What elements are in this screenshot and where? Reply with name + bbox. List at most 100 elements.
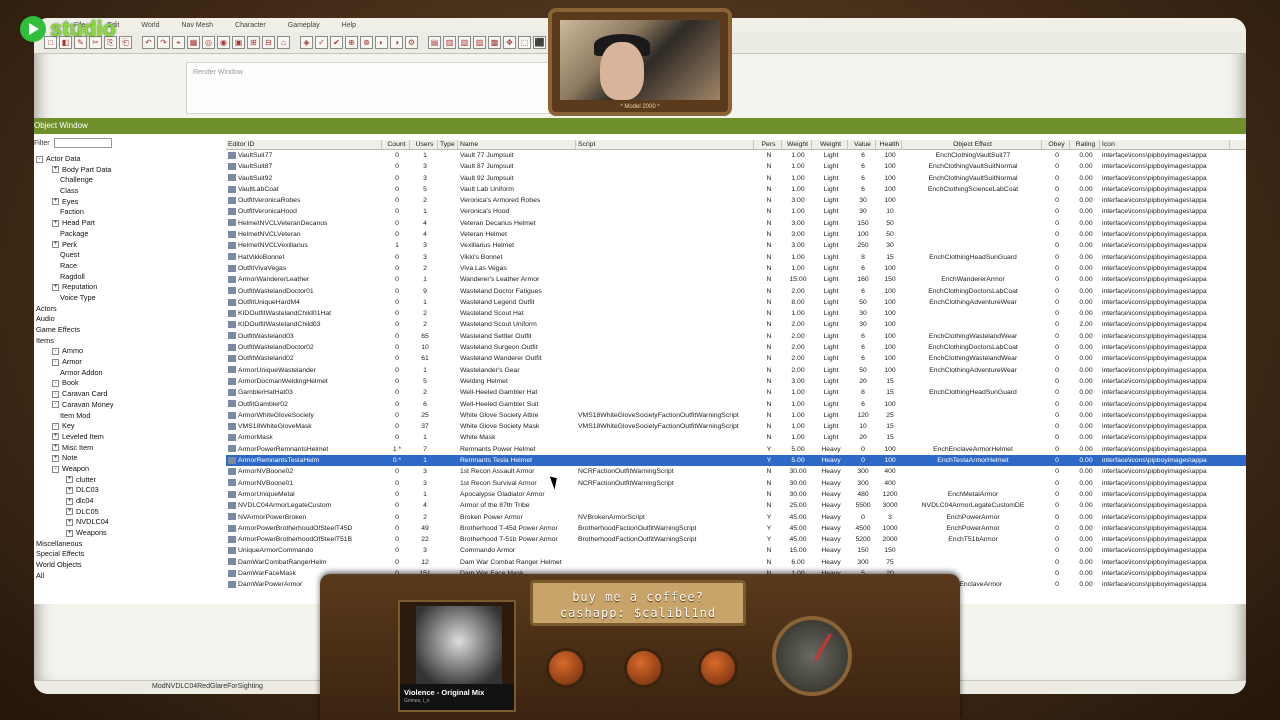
tree-node[interactable]: Items xyxy=(34,336,222,347)
collapse-icon[interactable]: - xyxy=(52,347,59,355)
column-header[interactable]: Pers xyxy=(754,140,782,149)
tree-node[interactable]: - Caravan Card xyxy=(34,389,222,400)
column-header[interactable]: Health xyxy=(876,140,902,149)
table-row[interactable]: ArmorPowerBrotherhoodOfSteelT45D 0 49 Broth… xyxy=(226,523,1246,534)
expand-icon[interactable]: + xyxy=(52,454,59,462)
column-header[interactable]: Rating xyxy=(1070,140,1100,149)
table-row[interactable]: ArmorNVBoone02 0 3 1st Recon Assault Armor N… xyxy=(226,466,1246,477)
table-row[interactable]: ArmorRemnantsTeslaHelm 0 * 1 Remnants Tesla… xyxy=(226,455,1246,467)
table-row[interactable]: OutfitWasteland02 0 61 Wasteland Wanderer O… xyxy=(226,353,1246,364)
tree-node[interactable]: Audio xyxy=(34,314,222,325)
expand-icon[interactable]: + xyxy=(52,444,59,452)
toolbar-button-26[interactable]: ▧ xyxy=(458,36,471,49)
expand-icon[interactable]: + xyxy=(66,529,73,537)
tree-node[interactable]: + NVDLC04 xyxy=(34,517,222,528)
table-row[interactable]: VMS18WhiteGloveMask 0 37 White Glove Societ… xyxy=(226,421,1246,432)
table-row[interactable]: DamWarCombatRangerHelm 0 12 Dam War Combat … xyxy=(226,557,1246,568)
column-header[interactable]: Object Effect xyxy=(902,140,1042,149)
expand-icon[interactable]: + xyxy=(66,518,73,526)
expand-icon[interactable]: + xyxy=(66,508,73,516)
toolbar-button-9[interactable]: ▦ xyxy=(187,36,200,49)
tree-node[interactable]: - Ammo xyxy=(34,346,222,357)
column-header[interactable]: Type xyxy=(438,140,458,149)
expand-icon[interactable]: + xyxy=(66,476,73,484)
table-row[interactable]: HelmetNVCLVeteranDecanus 0 4 Veteran Decanu… xyxy=(226,218,1246,229)
table-row[interactable]: ArmorPowerRemnantsHelmet 1 * 7 Remnants Pow… xyxy=(226,444,1246,455)
table-row[interactable]: ArmorWhiteGloveSociety 0 25 White Glove Soc… xyxy=(226,410,1246,421)
tree-node[interactable]: Special Effects xyxy=(34,549,222,560)
column-header[interactable]: Script xyxy=(576,140,754,149)
collapse-icon[interactable]: - xyxy=(52,358,59,366)
toolbar-button-20[interactable]: ⊗ xyxy=(360,36,373,49)
toolbar-button-15[interactable]: ⌂ xyxy=(277,36,290,49)
menu-item-gameplay[interactable]: Gameplay xyxy=(288,22,320,29)
table-row[interactable]: ArmorUniqueMetal 0 1 Apocalypse Gladiator A… xyxy=(226,489,1246,500)
toolbar-button-5[interactable]: ⎗ xyxy=(119,36,132,49)
tree-node[interactable]: + Head Part xyxy=(34,218,222,229)
table-row[interactable]: OutfitWastelandDoctor01 0 9 Wasteland Docto… xyxy=(226,286,1246,297)
tree-node[interactable]: + Misc Item xyxy=(34,443,222,454)
table-row[interactable]: KIDOutfitWastelandChild01Hat 0 2 Wasteland … xyxy=(226,308,1246,319)
column-header[interactable]: Editor ID xyxy=(226,140,382,149)
toolbar-button-23[interactable]: ⚙ xyxy=(405,36,418,49)
table-row[interactable]: OutfitWastelandDoctor02 0 10 Wasteland Surg… xyxy=(226,342,1246,353)
table-row[interactable]: GamblerHatHat03 0 2 Well-Heeled Gambler Hat… xyxy=(226,387,1246,398)
tree-node[interactable]: + Weapons xyxy=(34,528,222,539)
toolbar-button-24[interactable]: ▤ xyxy=(428,36,441,49)
tree-node[interactable]: All xyxy=(34,571,222,582)
column-header[interactable]: Name xyxy=(458,140,576,149)
tree-node[interactable]: - Book xyxy=(34,378,222,389)
table-row[interactable]: ArmorWandererLeather 0 1 Wanderer's Leather… xyxy=(226,274,1246,285)
expand-icon[interactable]: + xyxy=(66,486,73,494)
collapse-icon[interactable]: - xyxy=(36,155,43,163)
tree-node[interactable]: + DLC03 xyxy=(34,485,222,496)
table-row[interactable]: NVArmorPowerBroken 0 2 Broken Power Armor NV… xyxy=(226,512,1246,523)
collapse-icon[interactable]: - xyxy=(52,465,59,473)
toolbar-button-8[interactable]: ⌖ xyxy=(172,36,185,49)
column-header[interactable]: Value xyxy=(848,140,876,149)
tree-node[interactable]: + Leveled Item xyxy=(34,432,222,443)
tree-node[interactable]: + Reputation xyxy=(34,282,222,293)
tree-node[interactable]: + Body Part Data xyxy=(34,165,222,176)
table-row[interactable]: ArmorDocmanWeldingHelmet 0 5 Welding Helmet… xyxy=(226,376,1246,387)
tree-node[interactable]: + Perk xyxy=(34,240,222,251)
toolbar-button-18[interactable]: ✔ xyxy=(330,36,343,49)
expand-icon[interactable]: + xyxy=(52,283,59,291)
table-row[interactable]: VaultSuit87 0 3 Vault 87 Jumpsuit N 1.00 Light… xyxy=(226,161,1246,172)
expand-icon[interactable]: + xyxy=(52,241,59,249)
table-row[interactable]: VaultLabCoat 0 5 Vault Lab Uniform N 1.00 Ligh… xyxy=(226,184,1246,195)
collapse-icon[interactable]: - xyxy=(52,390,59,398)
tree-node[interactable]: - Key xyxy=(34,421,222,432)
toolbar-button-27[interactable]: ▨ xyxy=(473,36,486,49)
filter-input[interactable] xyxy=(53,138,112,148)
menu-item-help[interactable]: Help xyxy=(342,22,356,29)
table-row[interactable]: OutfitVivaVegas 0 2 Viva Las Vegas N 1.00 Ligh… xyxy=(226,263,1246,274)
tree-node[interactable]: Race xyxy=(34,261,222,272)
expand-icon[interactable]: + xyxy=(66,497,73,505)
toolbar-button-16[interactable]: ◈ xyxy=(300,36,313,49)
toolbar-button-13[interactable]: ⊞ xyxy=(247,36,260,49)
tree-node[interactable]: Class xyxy=(34,186,222,197)
table-row[interactable]: OutfitVeronicaHood 0 1 Veronica's Hood N 1.00… xyxy=(226,206,1246,217)
toolbar-button-30[interactable]: ⬚ xyxy=(518,36,531,49)
tree-node[interactable]: Miscellaneous xyxy=(34,539,222,550)
menu-item-nav-mesh[interactable]: Nav Mesh xyxy=(182,22,214,29)
toolbar-button-17[interactable]: ✓ xyxy=(315,36,328,49)
table-row[interactable]: OutfitVeronicaRobes 0 2 Veronica's Armored … xyxy=(226,195,1246,206)
toolbar-button-19[interactable]: ⊕ xyxy=(345,36,358,49)
table-row[interactable]: NVDLC04ArmorLegateCustom 0 4 Armor of the 8… xyxy=(226,500,1246,511)
tree-node[interactable]: Challenge xyxy=(34,175,222,186)
table-row[interactable]: HelmetNVCLVeteran 0 4 Veteran Helmet N 3.00 Li… xyxy=(226,229,1246,240)
tree-node[interactable]: - Actor Data xyxy=(34,154,222,165)
column-header[interactable]: Obey xyxy=(1042,140,1070,149)
toolbar-button-28[interactable]: ▩ xyxy=(488,36,501,49)
collapse-icon[interactable]: - xyxy=(52,422,59,430)
tree-node[interactable]: Faction xyxy=(34,207,222,218)
table-row[interactable]: ArmorPowerBrotherhoodOfSteelT51B 0 22 Broth… xyxy=(226,534,1246,545)
table-row[interactable]: HelmetNVCLVexillarius 1 3 Vexillarius Helme… xyxy=(226,240,1246,251)
toolbar-button-21[interactable]: ◐ xyxy=(375,36,388,49)
tree-node[interactable]: Package xyxy=(34,229,222,240)
toolbar-button-31[interactable]: ⬛ xyxy=(533,36,546,49)
toolbar-button-6[interactable]: ↶ xyxy=(142,36,155,49)
tree-node[interactable]: + dlc04 xyxy=(34,496,222,507)
